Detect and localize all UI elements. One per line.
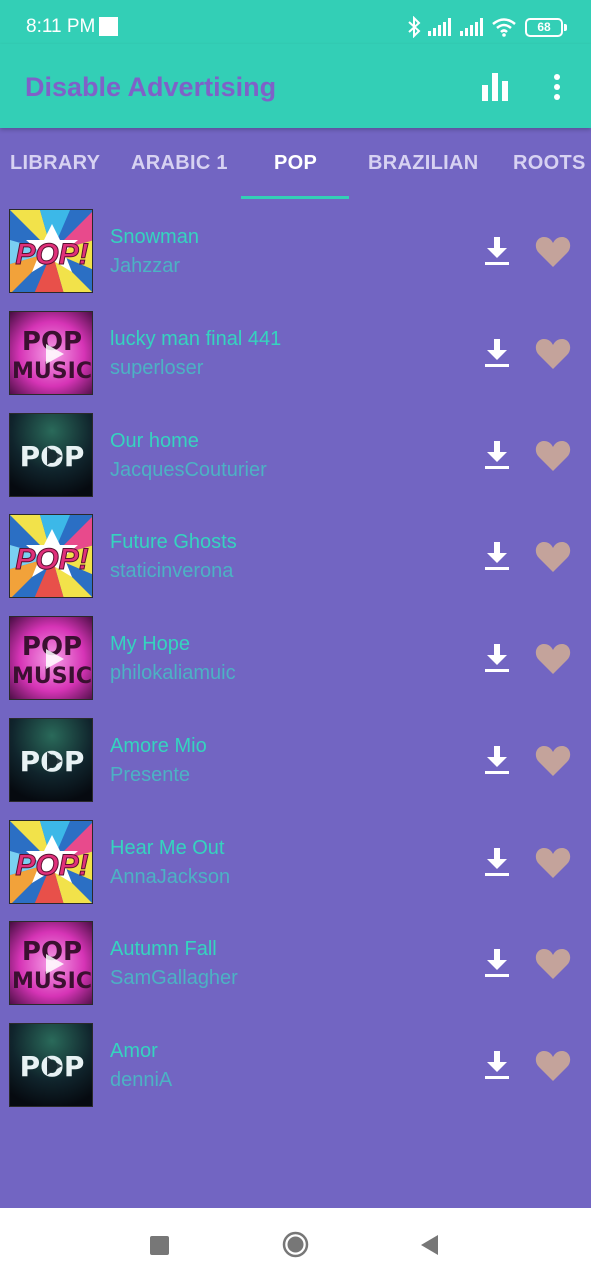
thumbnail-text: MUSIC bbox=[12, 664, 92, 689]
back-icon[interactable] bbox=[420, 1234, 439, 1256]
recent-apps-icon[interactable] bbox=[150, 1236, 169, 1255]
heart-icon[interactable] bbox=[535, 642, 571, 675]
track-artist: SamGallagher bbox=[110, 967, 238, 990]
track-artist: Jahzzar bbox=[110, 255, 181, 277]
app-bar: Disable Advertising bbox=[0, 44, 591, 128]
track-row[interactable]: POP! Hear Me Out AnnaJackson bbox=[0, 811, 591, 913]
thumbnail-text: POP! bbox=[15, 849, 88, 882]
heart-icon[interactable] bbox=[535, 337, 571, 370]
download-icon[interactable] bbox=[484, 948, 510, 978]
track-title[interactable]: Our home bbox=[110, 430, 199, 453]
thumbnail-text: POP! bbox=[15, 543, 88, 576]
wifi-icon bbox=[492, 18, 516, 37]
track-title[interactable]: Snowman bbox=[110, 226, 199, 249]
track-title[interactable]: My Hope bbox=[110, 633, 190, 656]
track-row[interactable]: POP Amor denniA bbox=[0, 1014, 591, 1116]
equalizer-icon[interactable] bbox=[482, 73, 508, 101]
download-icon[interactable] bbox=[484, 643, 510, 673]
app-title[interactable]: Disable Advertising bbox=[25, 72, 276, 103]
album-thumbnail[interactable]: POP bbox=[9, 412, 93, 497]
heart-icon[interactable] bbox=[535, 947, 571, 980]
album-thumbnail[interactable]: POP! bbox=[9, 209, 93, 293]
track-title[interactable]: Hear Me Out bbox=[110, 837, 224, 860]
status-bar: 8:11 PM 68 bbox=[0, 0, 591, 44]
signal-icon bbox=[428, 18, 451, 36]
system-nav-bar bbox=[0, 1208, 591, 1280]
thumbnail-text: MUSIC bbox=[12, 359, 92, 384]
heart-icon[interactable] bbox=[535, 235, 571, 268]
bluetooth-icon bbox=[408, 16, 421, 38]
heart-icon[interactable] bbox=[535, 744, 571, 777]
track-title[interactable]: Amore Mio bbox=[110, 735, 207, 758]
track-artist: AnnaJackson bbox=[110, 865, 231, 888]
notification-icon bbox=[99, 17, 118, 36]
album-thumbnail[interactable]: POP MUSIC bbox=[9, 310, 93, 395]
tab-roots[interactable]: ROOTS bbox=[513, 152, 586, 175]
track-row[interactable]: POP! Future Ghosts staticinverona bbox=[0, 505, 591, 607]
heart-icon[interactable] bbox=[535, 540, 571, 573]
tab-pop[interactable]: POP bbox=[274, 152, 317, 175]
track-row[interactable]: POP Our home JacquesCouturier bbox=[0, 404, 591, 506]
track-artist: philokaliamuic bbox=[110, 662, 236, 684]
tab-brazilian[interactable]: BRAZILIAN bbox=[368, 152, 478, 175]
thumbnail-text: POP! bbox=[15, 238, 88, 271]
track-title[interactable]: Future Ghosts bbox=[110, 531, 237, 554]
heart-icon[interactable] bbox=[535, 1049, 571, 1082]
download-icon[interactable] bbox=[484, 847, 510, 877]
album-thumbnail[interactable]: POP MUSIC bbox=[9, 921, 93, 1006]
heart-icon[interactable] bbox=[535, 439, 571, 472]
download-icon[interactable] bbox=[484, 1050, 510, 1080]
more-vert-icon[interactable] bbox=[551, 73, 563, 101]
status-time: 8:11 PM bbox=[26, 16, 96, 37]
home-icon[interactable] bbox=[282, 1231, 309, 1258]
track-row[interactable]: POP MUSIC lucky man final 441 superloser bbox=[0, 302, 591, 404]
track-row[interactable]: POP Amore Mio Presente bbox=[0, 709, 591, 811]
track-artist: staticinverona bbox=[110, 560, 234, 583]
album-thumbnail[interactable]: POP! bbox=[9, 514, 93, 599]
category-tabs: LIBRARY ARABIC 1 POP BRAZILIAN ROOTS bbox=[0, 128, 591, 200]
track-row[interactable]: POP MUSIC Autumn Fall SamGallagher bbox=[0, 912, 591, 1014]
download-icon[interactable] bbox=[484, 338, 510, 368]
track-title[interactable]: Autumn Fall bbox=[110, 938, 217, 961]
download-icon[interactable] bbox=[484, 440, 510, 470]
signal-icon bbox=[460, 18, 483, 36]
track-artist: Presente bbox=[110, 763, 191, 786]
track-title[interactable]: Amor bbox=[110, 1040, 158, 1063]
track-artist: superloser bbox=[110, 356, 204, 379]
album-thumbnail[interactable]: POP MUSIC bbox=[9, 616, 93, 700]
track-row[interactable]: POP MUSIC My Hope philokaliamuic bbox=[0, 607, 591, 709]
battery-level: 68 bbox=[537, 19, 551, 34]
album-thumbnail[interactable]: POP bbox=[9, 1023, 93, 1107]
album-thumbnail[interactable]: POP bbox=[9, 717, 93, 802]
thumbnail-text: MUSIC bbox=[12, 969, 92, 994]
track-artist: denniA bbox=[110, 1069, 173, 1091]
tab-indicator bbox=[241, 196, 349, 199]
battery-icon: 68 bbox=[525, 17, 567, 37]
download-icon[interactable] bbox=[484, 541, 510, 571]
tab-library[interactable]: LIBRARY bbox=[10, 152, 100, 175]
album-thumbnail[interactable]: POP! bbox=[9, 819, 93, 904]
track-row[interactable]: POP! Snowman Jahzzar bbox=[0, 200, 591, 302]
download-icon[interactable] bbox=[484, 236, 510, 266]
track-artist: JacquesCouturier bbox=[110, 458, 267, 481]
download-icon[interactable] bbox=[484, 745, 510, 775]
status-icons: 68 bbox=[401, 14, 567, 40]
heart-icon[interactable] bbox=[535, 846, 571, 879]
track-title[interactable]: lucky man final 441 bbox=[110, 328, 281, 351]
tab-arabic-1[interactable]: ARABIC 1 bbox=[131, 152, 228, 175]
